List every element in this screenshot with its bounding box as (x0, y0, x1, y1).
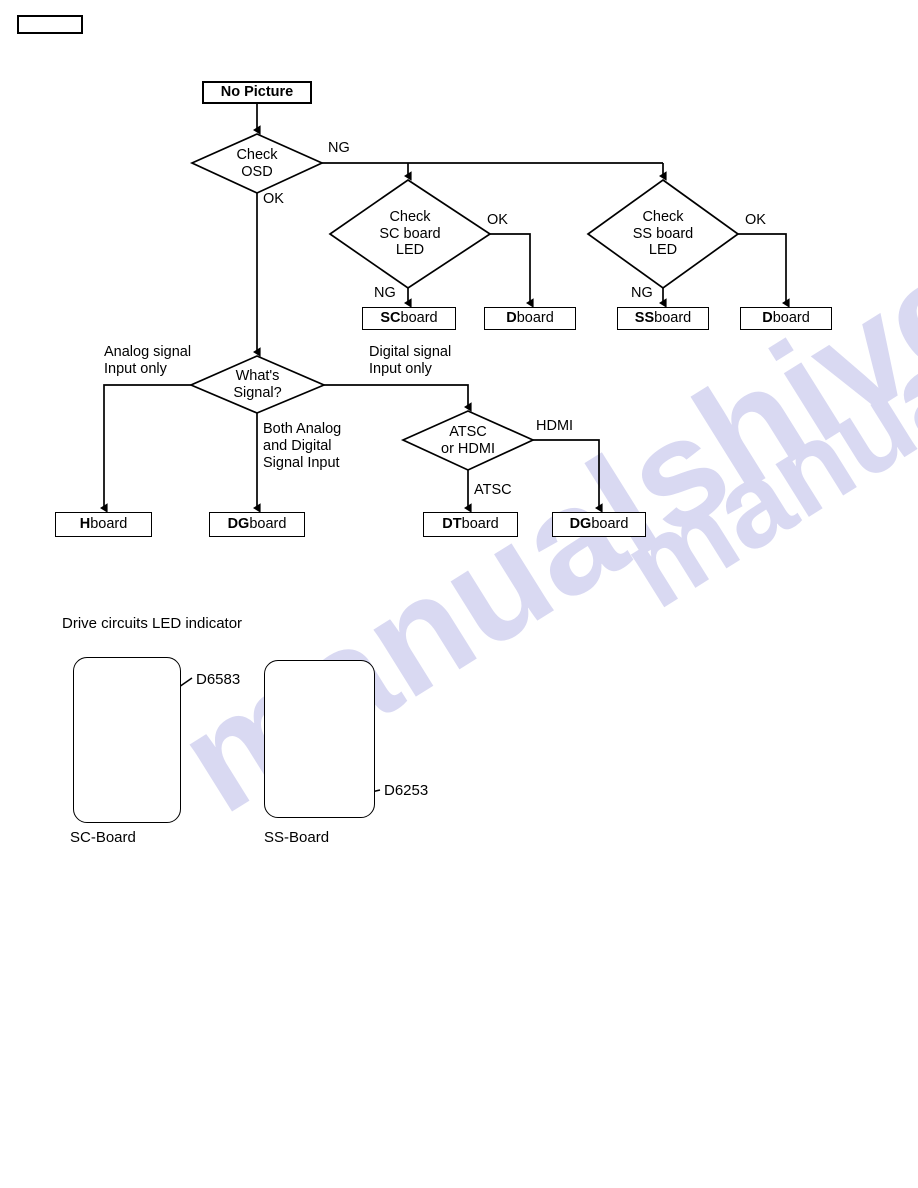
node-check-ss-board-led[interactable]: Check SS board LED (588, 180, 738, 288)
edge-label-both-analog-digital: Both Analog and Digital Signal Input (263, 421, 342, 472)
node-check-ss-line2: SS board (632, 225, 694, 242)
led-ref-d6253: D6253 (384, 782, 429, 799)
led-section-title: Drive circuits LED indicator (62, 615, 243, 632)
edge-label-atsc: ATSC (474, 482, 512, 498)
node-whats-signal[interactable]: What's Signal? (191, 356, 324, 413)
node-no-picture-label: No Picture (220, 84, 294, 101)
header-stub-box (17, 15, 83, 34)
node-whats-signal-label: What's Signal? (191, 356, 324, 413)
result-ss-board-suffix: board (654, 310, 692, 327)
edge-label-ss-ok: OK (745, 212, 766, 228)
node-check-ss-line3: LED (648, 242, 678, 259)
edge-label-ss-ng: NG (631, 285, 653, 301)
node-check-sc-line2: SC board (379, 225, 441, 242)
result-sc-board-suffix: board (400, 310, 438, 327)
result-dg-board-hdmi[interactable]: DG board (552, 512, 646, 537)
result-d-board-ss[interactable]: D board (740, 307, 832, 330)
node-check-ss-line1: Check (642, 208, 684, 225)
node-check-sc-line1: Check (389, 208, 431, 225)
node-no-picture[interactable]: No Picture (202, 81, 312, 104)
result-dg-board-hdmi-prefix: DG (569, 516, 592, 533)
node-atsc-line1: ATSC (449, 423, 487, 440)
result-sc-board[interactable]: SC board (362, 307, 456, 330)
result-h-board-prefix: H (79, 516, 91, 533)
edge-label-osd-ng: NG (328, 140, 350, 156)
result-h-board-suffix: board (90, 516, 128, 533)
edge-label-hdmi: HDMI (536, 418, 574, 434)
node-atsc-or-hdmi[interactable]: ATSC or HDMI (403, 411, 533, 470)
node-check-sc-board-led[interactable]: Check SC board LED (330, 180, 490, 288)
result-dg-board-hdmi-suffix: board (591, 516, 629, 533)
result-ss-board-prefix: SS (634, 310, 655, 327)
edge-label-sc-ng: NG (374, 285, 396, 301)
flowchart-connectors (100, 104, 790, 809)
result-dg-board-both-prefix: DG (227, 516, 250, 533)
node-whats-signal-line2: Signal? (233, 384, 282, 401)
result-dg-board-both[interactable]: DG board (209, 512, 305, 537)
edge-label-sc-ok: OK (487, 212, 508, 228)
pcb-sc-board[interactable] (73, 657, 181, 823)
edge-label-osd-ok: OK (263, 191, 284, 207)
result-dt-board-prefix: DT (442, 516, 462, 533)
pcb-ss-board[interactable] (264, 660, 375, 818)
node-check-osd-line2: OSD (241, 163, 273, 180)
node-check-osd[interactable]: Check OSD (192, 134, 322, 193)
result-h-board[interactable]: H board (55, 512, 152, 537)
pcb-sc-board-caption: SC-Board (70, 829, 136, 846)
pcb-ss-board-caption: SS-Board (264, 829, 330, 846)
node-whats-signal-line1: What's (235, 367, 280, 384)
node-check-sc-line3: LED (395, 242, 425, 259)
node-check-osd-line1: Check (236, 146, 278, 163)
page-canvas: manualshive.com manualshive.com No Pictu… (0, 0, 918, 1188)
result-d-board-ss-suffix: board (772, 310, 810, 327)
node-check-ss-board-led-label: Check SS board LED (588, 180, 738, 288)
result-d-board-sc[interactable]: D board (484, 307, 576, 330)
result-d-board-sc-suffix: board (516, 310, 554, 327)
result-dt-board-suffix: board (461, 516, 499, 533)
result-dt-board[interactable]: DT board (423, 512, 518, 537)
node-check-osd-label: Check OSD (192, 134, 322, 193)
result-ss-board[interactable]: SS board (617, 307, 709, 330)
led-ref-d6583: D6583 (196, 671, 241, 688)
result-sc-board-prefix: SC (380, 310, 401, 327)
result-d-board-ss-prefix: D (762, 310, 773, 327)
result-dg-board-both-suffix: board (249, 516, 287, 533)
node-atsc-line2: or HDMI (441, 440, 495, 457)
node-atsc-or-hdmi-label: ATSC or HDMI (403, 411, 533, 470)
result-d-board-sc-prefix: D (506, 310, 517, 327)
node-check-sc-board-led-label: Check SC board LED (330, 180, 490, 288)
edge-label-digital-only: Digital signal Input only (369, 344, 452, 378)
edge-label-analog-only: Analog signal Input only (104, 344, 192, 378)
